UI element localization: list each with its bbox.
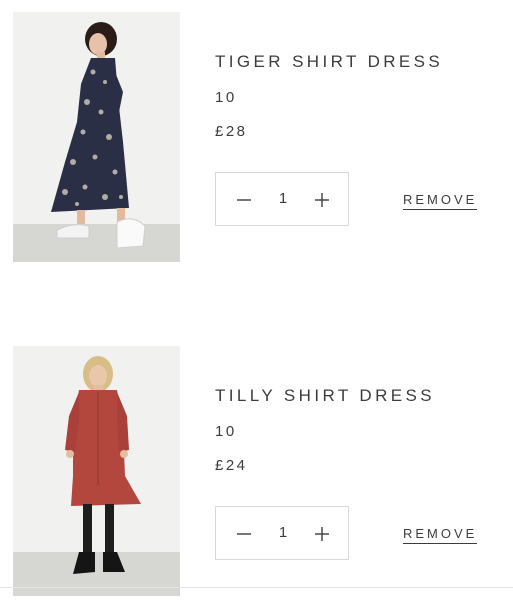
divider	[0, 587, 513, 588]
remove-button[interactable]: REMOVE	[403, 526, 478, 544]
product-size: 10	[215, 423, 237, 440]
quantity-stepper: 1	[215, 506, 349, 560]
increase-quantity-button[interactable]	[302, 507, 342, 561]
product-title[interactable]: TIGER SHIRT DRESS	[215, 52, 443, 72]
increase-quantity-button[interactable]	[302, 173, 342, 227]
product-size: 10	[215, 89, 237, 106]
remove-button[interactable]: REMOVE	[403, 192, 478, 210]
decrease-quantity-button[interactable]	[224, 173, 264, 227]
minus-icon	[237, 533, 251, 535]
cart-list: TIGER SHIRT DRESS 10 £28 1 REMOVE TILLY …	[0, 0, 513, 600]
cart-item: TILLY SHIRT DRESS 10 £24 1 REMOVE	[0, 346, 513, 596]
quantity-value[interactable]: 1	[263, 173, 303, 225]
plus-icon	[315, 193, 329, 207]
cart-item: TIGER SHIRT DRESS 10 £28 1 REMOVE	[0, 12, 513, 262]
product-image[interactable]	[13, 12, 180, 262]
product-title[interactable]: TILLY SHIRT DRESS	[215, 386, 435, 406]
product-price: £28	[215, 123, 248, 140]
plus-icon	[315, 527, 329, 541]
product-price: £24	[215, 457, 248, 474]
quantity-value[interactable]: 1	[263, 507, 303, 559]
decrease-quantity-button[interactable]	[224, 507, 264, 561]
minus-icon	[237, 199, 251, 201]
quantity-stepper: 1	[215, 172, 349, 226]
product-image[interactable]	[13, 346, 180, 596]
